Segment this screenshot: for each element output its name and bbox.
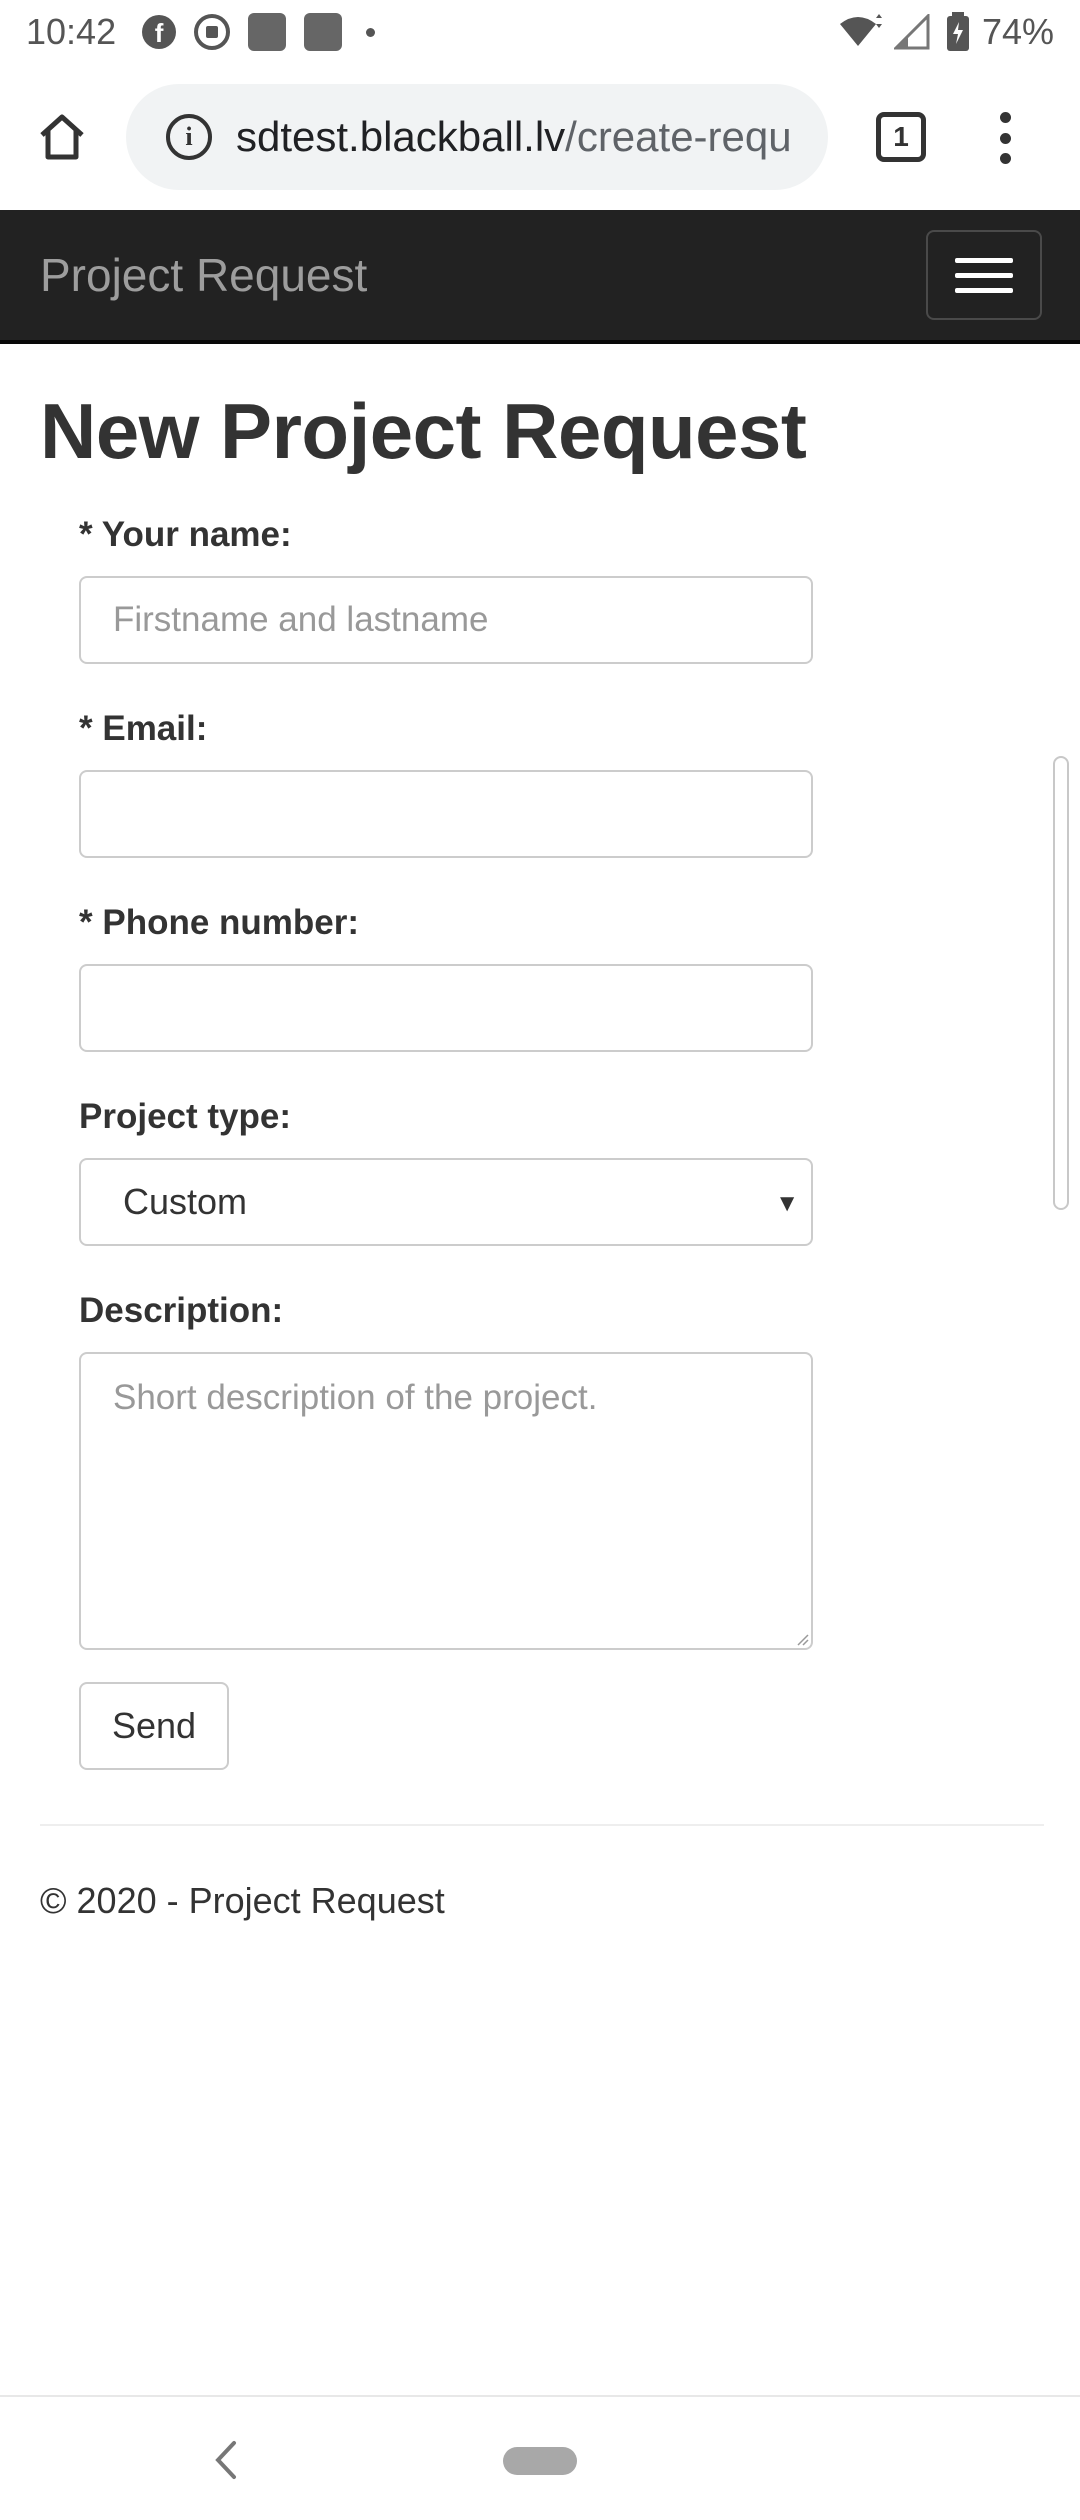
description-label: Description:	[79, 1291, 284, 1330]
description-field-group: Description: Short description of the pr…	[79, 1286, 815, 1650]
name-input[interactable]	[79, 576, 813, 664]
hamburger-icon-bar	[955, 287, 1013, 293]
send-button[interactable]: Send	[79, 1682, 229, 1770]
home-icon	[40, 114, 84, 160]
tab-count: 1	[893, 121, 909, 152]
status-time: 10:42	[26, 11, 117, 52]
tab-switcher-button[interactable]: 1	[876, 112, 926, 162]
browser-menu-button[interactable]	[990, 108, 1020, 168]
project-type-selected: Custom	[123, 1181, 248, 1222]
name-field-group: * Your name:	[79, 510, 815, 704]
system-icons: 74%	[838, 11, 1054, 53]
info-icon[interactable]: i	[166, 114, 212, 160]
home-pill-button[interactable]	[503, 2447, 577, 2475]
browser-toolbar: i sdtest.blackball.lv/create-requ 1	[0, 64, 1080, 210]
dropdown-arrow-icon: ▼	[775, 1190, 799, 1217]
app-icon	[248, 13, 287, 51]
resize-handle-icon[interactable]	[795, 1632, 809, 1646]
phone-input[interactable]	[79, 964, 813, 1052]
url-path: /create-requ	[565, 113, 792, 160]
signal-icon	[893, 14, 930, 50]
more-dot-icon	[366, 27, 376, 37]
menu-dot-icon	[999, 153, 1011, 164]
navbar-toggle-button[interactable]	[926, 230, 1042, 320]
home-button[interactable]	[30, 105, 94, 169]
menu-dot-icon	[999, 112, 1011, 123]
page-scrollbar[interactable]	[1053, 756, 1069, 1210]
site-navbar: Project Request	[0, 210, 1080, 344]
description-placeholder: Short description of the project.	[113, 1378, 598, 1417]
notification-icons: f	[142, 13, 376, 51]
hamburger-icon-bar	[955, 272, 1013, 278]
back-icon[interactable]	[206, 2435, 246, 2485]
email-field-group: * Email:	[79, 704, 815, 898]
project-request-form: * Your name: * Email: * Phone number: Pr…	[79, 510, 815, 1650]
phone-field-group: * Phone number:	[79, 898, 815, 1092]
footer-divider	[40, 1824, 1044, 1826]
facebook-icon: f	[142, 15, 177, 49]
page-title: New Project Request	[40, 387, 807, 475]
project-type-select[interactable]: Custom ▼	[79, 1158, 813, 1246]
address-bar[interactable]: i sdtest.blackball.lv/create-requ	[126, 84, 828, 190]
app-icon	[304, 13, 343, 51]
email-label: * Email:	[79, 709, 208, 748]
status-bar: 10:42 f 74%	[0, 0, 1080, 64]
wifi-icon	[839, 14, 882, 46]
navbar-brand[interactable]: Project Request	[40, 248, 367, 302]
project-type-field-group: Project type: Custom ▼	[79, 1092, 815, 1286]
url-domain: sdtest.blackball.lv	[236, 113, 566, 160]
project-type-label: Project type:	[79, 1097, 291, 1136]
name-label: * Your name:	[79, 515, 292, 554]
footer-copyright: © 2020 - Project Request	[40, 1880, 445, 1921]
description-textarea[interactable]: Short description of the project.	[79, 1352, 813, 1650]
url-text: sdtest.blackball.lv/create-requ	[236, 113, 792, 161]
battery-icon	[946, 12, 969, 51]
system-navigation-bar	[0, 2395, 1080, 2520]
email-input[interactable]	[79, 770, 813, 858]
battery-percent: 74%	[981, 11, 1054, 52]
menu-dot-icon	[999, 132, 1011, 144]
hamburger-icon-bar	[955, 257, 1013, 263]
phone-label: * Phone number:	[79, 903, 360, 942]
soccer-ball-icon	[194, 14, 231, 50]
